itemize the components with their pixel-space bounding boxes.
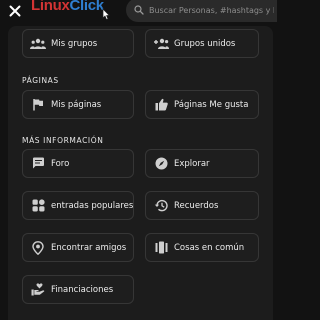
columns-icon [152,239,170,257]
location-pin-icon [29,239,47,257]
memories-button[interactable]: Recuerdos [145,191,259,220]
liked-pages-label: Páginas Me gusta [174,99,249,110]
common-things-button[interactable]: Cosas en común [145,233,259,262]
thumbs-up-icon [152,96,170,114]
groups-icon [29,35,47,53]
memories-label: Recuerdos [174,200,219,211]
popular-posts-button[interactable]: entradas populares [22,191,134,220]
hand-heart-icon [29,281,47,299]
forum-label: Foro [51,158,70,169]
my-pages-label: Mis páginas [51,99,102,110]
close-button[interactable] [4,0,26,22]
forum-icon [29,155,47,173]
find-friends-button[interactable]: Encontrar amigos [22,233,134,262]
compass-icon [152,155,170,173]
close-icon [9,5,21,17]
popular-posts-label: entradas populares [51,200,134,211]
site-logo[interactable]: LinuxClick [31,0,104,14]
my-groups-label: Mis grupos [51,38,98,49]
my-pages-button[interactable]: Mis páginas [22,90,134,119]
explore-button[interactable]: Explorar [145,149,259,178]
my-groups-button[interactable]: Mis grupos [22,29,134,58]
joined-groups-label: Grupos unidos [174,38,236,49]
search-bar[interactable] [126,0,277,22]
pages-section-title: PÁGINAS [22,76,59,85]
flag-icon [29,96,47,114]
search-icon [134,5,144,15]
logo-text-click: Click [69,0,105,14]
mouse-cursor-icon [102,6,110,25]
explore-label: Explorar [174,158,210,169]
more-info-section-title: MÁS INFORMACIÓN [22,136,104,145]
common-things-label: Cosas en común [174,242,245,253]
grid-icon [29,197,47,215]
top-header: LinuxClick [0,0,277,22]
group-add-icon [152,35,170,53]
liked-pages-button[interactable]: Páginas Me gusta [145,90,259,119]
history-icon [152,197,170,215]
joined-groups-button[interactable]: Grupos unidos [145,29,259,58]
forum-button[interactable]: Foro [22,149,134,178]
find-friends-label: Encontrar amigos [51,242,127,253]
funding-label: Financiaciones [51,284,114,295]
funding-button[interactable]: Financiaciones [22,275,134,304]
logo-text-linux: Linux [31,0,70,14]
search-input[interactable] [149,5,274,15]
